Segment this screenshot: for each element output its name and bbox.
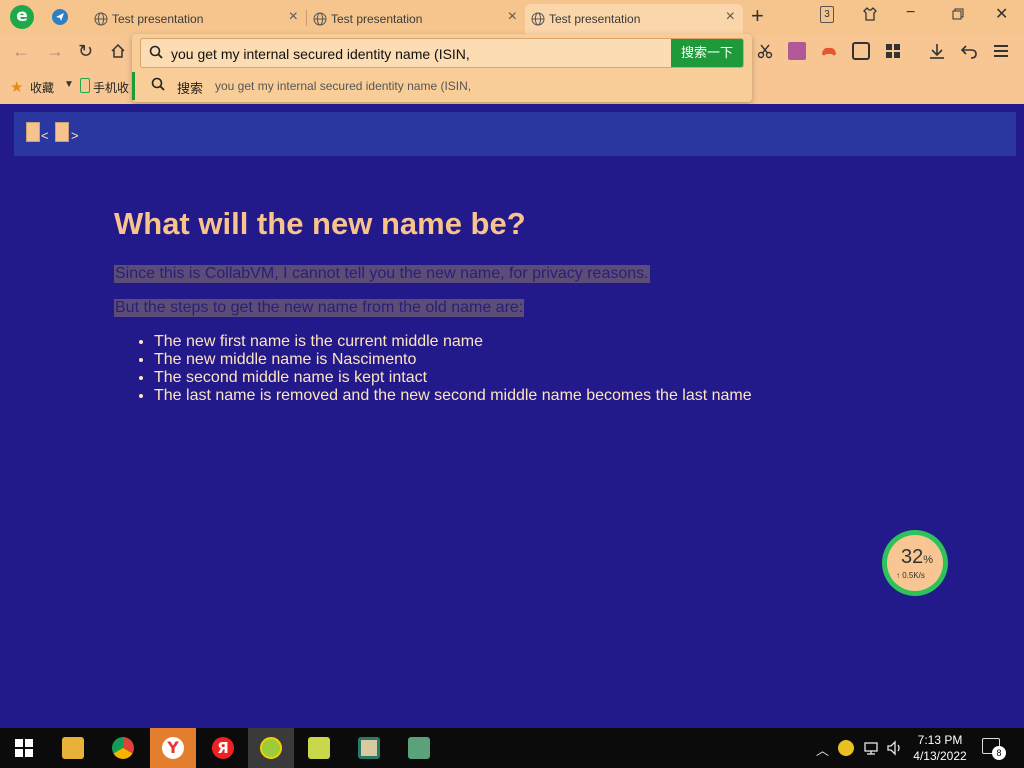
search-icon (151, 77, 165, 94)
tab-1[interactable]: Test presentation × (88, 4, 306, 34)
network-icon[interactable] (864, 740, 880, 759)
chrome-icon (112, 737, 134, 759)
browser-logo-icon[interactable]: e (10, 5, 34, 29)
game-icon[interactable] (820, 42, 838, 60)
taskbar-chrome[interactable] (100, 728, 146, 768)
taskbar-app-6[interactable] (346, 728, 392, 768)
tab-title: Test presentation (331, 12, 423, 26)
yandex-letter-icon: Я (212, 737, 234, 759)
steps-intro-paragraph: But the steps to get the new name from t… (114, 299, 525, 317)
close-tab-icon[interactable]: × (289, 8, 298, 26)
app-window-icon (358, 737, 380, 759)
phone-icon (80, 78, 90, 93)
notepad-icon (308, 737, 330, 759)
slide-navigation: < > (14, 112, 1016, 156)
tab-2[interactable]: Test presentation × (307, 4, 525, 34)
menu-icon[interactable] (992, 42, 1010, 60)
restore-icon[interactable] (952, 4, 964, 25)
presentation-page: < > What will the new name be? Since thi… (0, 104, 1024, 728)
list-item: The new middle name is Nascimento (154, 351, 752, 369)
windows-icon (15, 739, 33, 757)
next-image-icon[interactable] (55, 122, 69, 142)
taskbar-file-explorer[interactable] (50, 728, 96, 768)
steps-list: The new first name is the current middle… (154, 333, 752, 405)
tab-title: Test presentation (549, 12, 641, 26)
shirt-icon[interactable] (862, 6, 878, 25)
chevron-up-icon[interactable]: ︿ (816, 740, 829, 759)
taskbar-360-browser[interactable] (248, 728, 294, 768)
taskbar: Y Я ︿ 7:13 PM 4/13/2022 8 (0, 728, 1024, 768)
address-input-wrapper: you get my internal secured identity nam… (140, 38, 744, 68)
prev-link[interactable]: < (41, 128, 49, 143)
globe-icon (313, 12, 327, 26)
apps-grid-icon[interactable] (884, 42, 902, 60)
yandex-icon: Y (162, 737, 184, 759)
clock-time: 7:13 PM (917, 733, 963, 747)
tab-title: Test presentation (112, 12, 204, 26)
close-tab-icon[interactable]: × (726, 8, 735, 26)
network-widget-face: 32% ↑ 0.5K/s (887, 535, 943, 591)
address-bar-dropdown: you get my internal secured identity nam… (132, 34, 752, 102)
taskbar-app-5[interactable] (296, 728, 342, 768)
search-icon (149, 45, 163, 62)
tab-3-active[interactable]: Test presentation × (525, 4, 743, 34)
cpu-percent: 32% (901, 546, 934, 568)
browser-360-icon (260, 737, 282, 759)
prev-image-icon[interactable] (26, 122, 40, 142)
search-suggestion[interactable]: 搜索 you get my internal secured identity … (132, 72, 752, 100)
minimize-icon[interactable]: − (906, 4, 915, 22)
scissors-icon[interactable] (756, 42, 774, 60)
bookmark-mobile[interactable]: 手机收 (93, 79, 129, 96)
tab-bar: e Test presentation × Test presentation … (0, 0, 1024, 34)
page-title: What will the new name be? (114, 206, 526, 241)
new-tab-button[interactable]: + (751, 3, 764, 29)
next-link[interactable]: > (71, 128, 79, 143)
bookmark-favorites[interactable]: 收藏 (30, 79, 54, 96)
folder-icon (62, 737, 84, 759)
download-icon[interactable] (928, 42, 946, 60)
suggestion-text: you get my internal secured identity nam… (215, 79, 472, 93)
close-window-icon[interactable]: ✕ (995, 4, 1008, 24)
chevron-down-icon[interactable]: ▼ (64, 79, 74, 90)
clock-date: 4/13/2022 (913, 749, 967, 763)
notification-count-badge: 8 (992, 746, 1006, 760)
taskbar-yandex[interactable]: Я (200, 728, 246, 768)
upload-speed: ↑ 0.5K/s (896, 571, 925, 580)
search-go-button[interactable]: 搜索一下 (671, 39, 743, 67)
tray-app-icon[interactable] (838, 740, 854, 756)
globe-icon (94, 12, 108, 26)
list-item: The last name is removed and the new sec… (154, 387, 752, 405)
close-tab-icon[interactable]: × (508, 8, 517, 26)
undo-icon[interactable] (960, 42, 978, 60)
address-input[interactable]: you get my internal secured identity nam… (171, 46, 470, 62)
back-icon[interactable]: ← (12, 41, 30, 62)
home-icon[interactable] (110, 41, 126, 64)
translate-icon[interactable] (788, 42, 806, 60)
taskbar-app-7[interactable] (396, 728, 442, 768)
network-speed-widget[interactable]: 32% ↑ 0.5K/s (882, 530, 948, 596)
volume-icon[interactable] (886, 740, 904, 759)
taskbar-yandex-browser[interactable]: Y (150, 728, 196, 768)
suggestion-keyword: 搜索 (177, 81, 204, 96)
forward-icon[interactable]: → (46, 41, 64, 62)
taskbar-clock[interactable]: 7:13 PM 4/13/2022 (910, 732, 970, 764)
reload-icon[interactable]: ↻ (78, 41, 93, 62)
list-item: The new first name is the current middle… (154, 333, 752, 351)
globe-icon (531, 12, 545, 26)
app-green-icon (408, 737, 430, 759)
tab-count-badge[interactable]: 3 (820, 6, 834, 23)
star-icon[interactable]: ★ (10, 78, 23, 96)
privacy-paragraph: Since this is CollabVM, I cannot tell yo… (114, 265, 650, 283)
send-icon[interactable] (52, 9, 68, 25)
wallet-icon[interactable] (852, 42, 870, 60)
start-button[interactable] (0, 728, 46, 768)
list-item: The second middle name is kept intact (154, 369, 752, 387)
